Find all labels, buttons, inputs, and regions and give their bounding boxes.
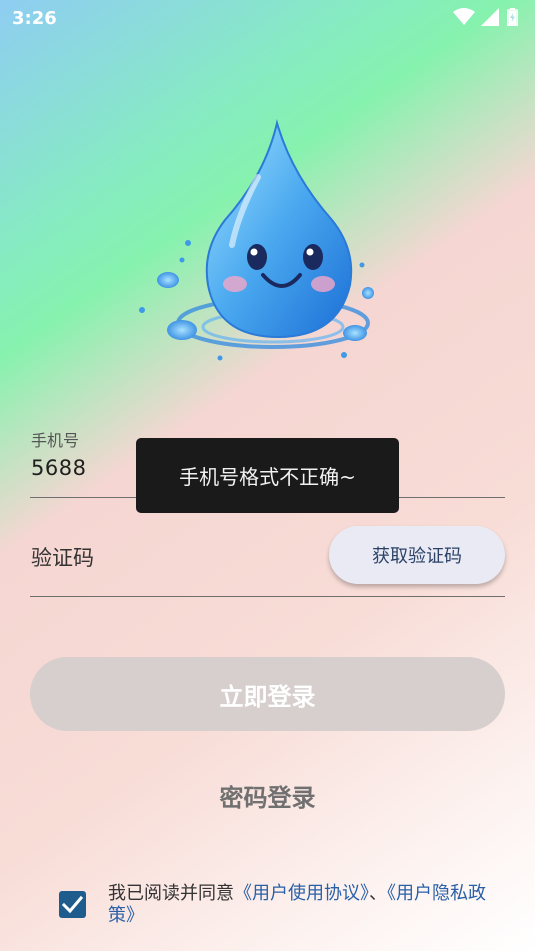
phone-input[interactable]: 5688 — [31, 456, 86, 480]
verification-code-input[interactable]: 验证码 — [31, 542, 94, 572]
status-bar: 3:26 — [0, 0, 535, 36]
water-drop-mascot-logo — [139, 119, 374, 361]
phone-field-label: 手机号 — [31, 431, 80, 450]
status-icons — [453, 8, 523, 28]
checkmark-icon — [62, 895, 83, 914]
agreement-separator: 、 — [369, 883, 387, 904]
signal-icon — [481, 8, 499, 26]
agreement-prefix: 我已阅读并同意 — [108, 883, 234, 904]
get-verification-code-button[interactable]: 获取验证码 — [329, 526, 505, 584]
login-button[interactable]: 立即登录 — [30, 657, 505, 731]
user-agreement-link[interactable]: 《用户使用协议》 — [234, 883, 369, 904]
error-toast: 手机号格式不正确~ — [136, 438, 399, 513]
status-time: 3:26 — [12, 8, 57, 29]
agreement-text: 我已阅读并同意《用户使用协议》、《用户隐私政策》 — [108, 883, 493, 927]
password-login-link[interactable]: 密码登录 — [0, 778, 535, 813]
battery-charging-icon — [507, 8, 518, 26]
agreement-checkbox[interactable] — [59, 891, 86, 918]
wifi-icon — [453, 8, 475, 25]
code-field-underline — [30, 596, 505, 597]
